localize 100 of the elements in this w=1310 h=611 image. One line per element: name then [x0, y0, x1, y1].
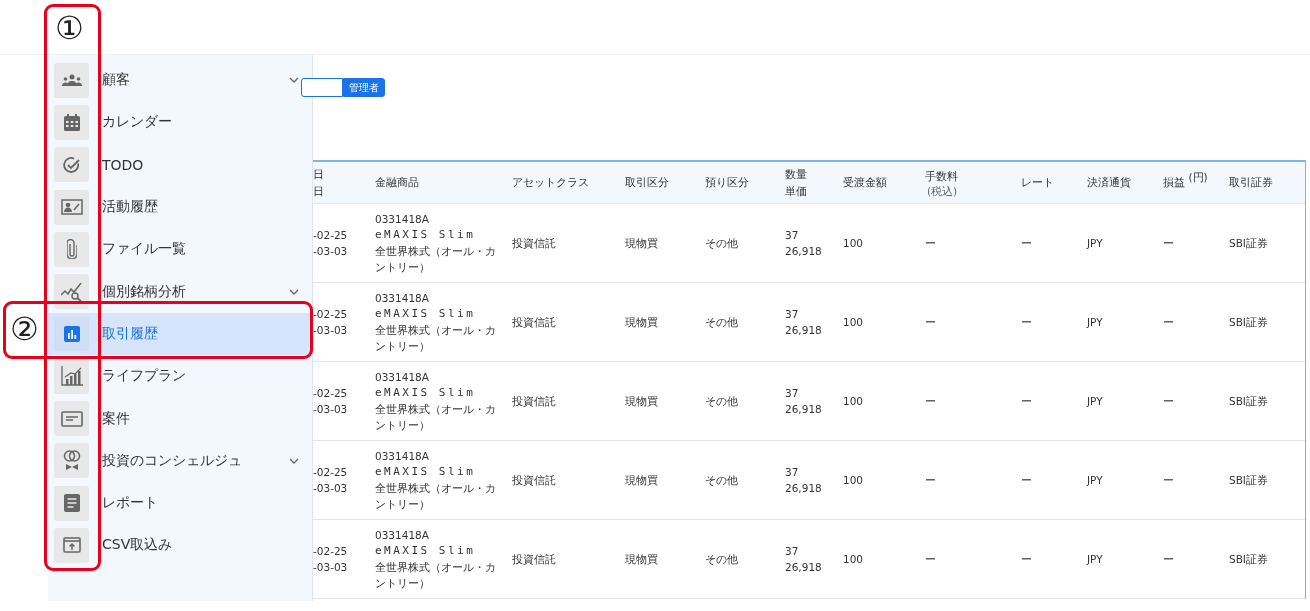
toggle-option[interactable]	[301, 78, 343, 97]
product-code: 0331418A	[375, 370, 430, 385]
product-name: eMAXIS Slim	[375, 385, 477, 401]
toggle-option[interactable]: 管理者	[343, 78, 385, 97]
table-cell-text: 投資信託	[512, 552, 557, 567]
sidebar-label: 顧客	[102, 71, 131, 90]
table-cell-text: 26,918	[785, 402, 823, 417]
document-icon	[63, 494, 80, 513]
product-name: eMAXIS Slim	[375, 306, 477, 322]
table-cell-text: ー	[1021, 236, 1033, 251]
product-code: 0331418A	[375, 212, 430, 227]
table-cell-text: ー	[925, 315, 937, 330]
column-header: 日	[313, 183, 325, 200]
sidebar-item[interactable]: カレンダー	[48, 101, 312, 144]
table-cell-text: -02-25	[313, 386, 349, 401]
column-header: 単価	[785, 183, 808, 200]
column-header: アセットクラス	[512, 175, 590, 191]
table-cell-text: -02-25	[313, 465, 349, 480]
column-header: 数量	[785, 166, 808, 183]
sidebar-label: 取引履歴	[102, 324, 159, 343]
table-cell-text: 投資信託	[512, 473, 557, 488]
table-cell-text: ー	[1021, 315, 1033, 330]
table-cell-text: ー	[925, 236, 937, 251]
sidebar-label: ライフプラン	[102, 367, 187, 386]
table-cell-text: JPY	[1087, 394, 1104, 409]
sidebar-item[interactable]: 活動履歴	[48, 185, 312, 229]
table-cell-text: 現物買	[625, 394, 659, 409]
table-cell-text: その他	[705, 394, 739, 409]
table-cell-text: -03-03	[313, 323, 349, 338]
sidebar-label: カレンダー	[102, 113, 173, 132]
table-cell-text: ー	[1163, 394, 1175, 409]
product-name: eMAXIS Slim	[375, 543, 477, 559]
product-detail: 全世界株式（オール・カントリー）	[375, 244, 497, 275]
table-cell-text: ー	[1021, 552, 1033, 567]
table-cell-text: 100	[843, 473, 865, 488]
sidebar-item[interactable]: レポート	[48, 481, 312, 525]
table-cell-text: 26,918	[785, 323, 823, 338]
table-cell-text: -02-25	[313, 544, 349, 559]
sidebar-item[interactable]: 顧客	[48, 59, 312, 102]
column-header: 預り区分	[705, 175, 750, 191]
product-code: 0331418A	[375, 291, 430, 306]
annotation-number: ②	[10, 312, 39, 346]
table-cell-text: JPY	[1087, 552, 1104, 567]
product-code: 0331418A	[375, 528, 430, 543]
sidebar-item[interactable]: ライフプラン	[48, 355, 312, 398]
sidebar-label: レポート	[102, 494, 159, 513]
column-header: 日	[313, 166, 325, 183]
table-cell-text: JPY	[1087, 473, 1104, 488]
table-cell-text: JPY	[1087, 236, 1104, 251]
sidebar-item[interactable]: 投資のコンシェルジュ	[48, 439, 312, 482]
table-cell-text: ー	[1163, 552, 1175, 567]
sidebar-label: 活動履歴	[102, 198, 159, 217]
column-note: (税込)	[927, 185, 959, 197]
table-cell-text: -02-25	[313, 228, 349, 243]
sidebar-item[interactable]: 案件	[48, 397, 312, 440]
sidebar-item[interactable]: 個別銘柄分析	[48, 270, 312, 313]
table-cell-text: 26,918	[785, 244, 823, 259]
table-cell-text: 100	[843, 552, 865, 567]
check-circle-icon	[62, 155, 81, 174]
product-detail: 全世界株式（オール・カントリー）	[375, 323, 497, 354]
calendar-icon	[63, 113, 80, 131]
table-cell-text: -02-25	[313, 307, 349, 322]
table-cell-text: 現物買	[625, 315, 659, 330]
table-cell-text: ー	[925, 394, 937, 409]
sidebar-item[interactable]: TODO	[48, 143, 312, 186]
chart-search-icon	[60, 282, 83, 301]
table-cell-text: ー	[1021, 394, 1033, 409]
table-cell-text: 現物買	[625, 552, 659, 567]
bar-chart-icon	[63, 325, 80, 342]
column-header: 受渡金額	[843, 175, 888, 191]
sidebar-item[interactable]: 取引履歴	[48, 312, 312, 356]
table-cell-text: SBI証券	[1229, 552, 1269, 567]
upload-icon	[62, 537, 81, 554]
sidebar-label: 案件	[102, 409, 131, 428]
column-header: 決済通貨	[1087, 175, 1132, 191]
table-cell-text: 100	[843, 394, 865, 409]
sidebar-item[interactable]: CSV取込み	[48, 524, 312, 567]
table-cell-text: 37	[785, 386, 800, 401]
growth-chart-icon	[60, 366, 83, 387]
product-name: eMAXIS Slim	[375, 464, 477, 480]
product-code: 0331418A	[375, 449, 430, 464]
table-cell-text: ー	[925, 552, 937, 567]
table-cell-text: その他	[705, 315, 739, 330]
sidebar-item[interactable]: ファイル一覧	[48, 228, 312, 271]
product-detail: 全世界株式（オール・カントリー）	[375, 560, 497, 591]
table-cell-text: -03-03	[313, 402, 349, 417]
product-name: eMAXIS Slim	[375, 227, 477, 243]
column-header: 金融商品	[375, 175, 420, 191]
table-cell-text: 26,918	[785, 481, 823, 496]
rings-icon	[62, 449, 81, 472]
table-cell-text: ー	[1021, 473, 1033, 488]
table-cell-text: 37	[785, 307, 800, 322]
sidebar-label: 個別銘柄分析	[102, 282, 187, 301]
table-cell-text: 37	[785, 465, 800, 480]
table-cell-text: 26,918	[785, 560, 823, 575]
table-cell-text: -03-03	[313, 481, 349, 496]
table-cell-text: その他	[705, 552, 739, 567]
product-detail: 全世界株式（オール・カントリー）	[375, 481, 497, 512]
table-cell-text: 投資信託	[512, 236, 557, 251]
column-header: レート	[1021, 175, 1055, 191]
